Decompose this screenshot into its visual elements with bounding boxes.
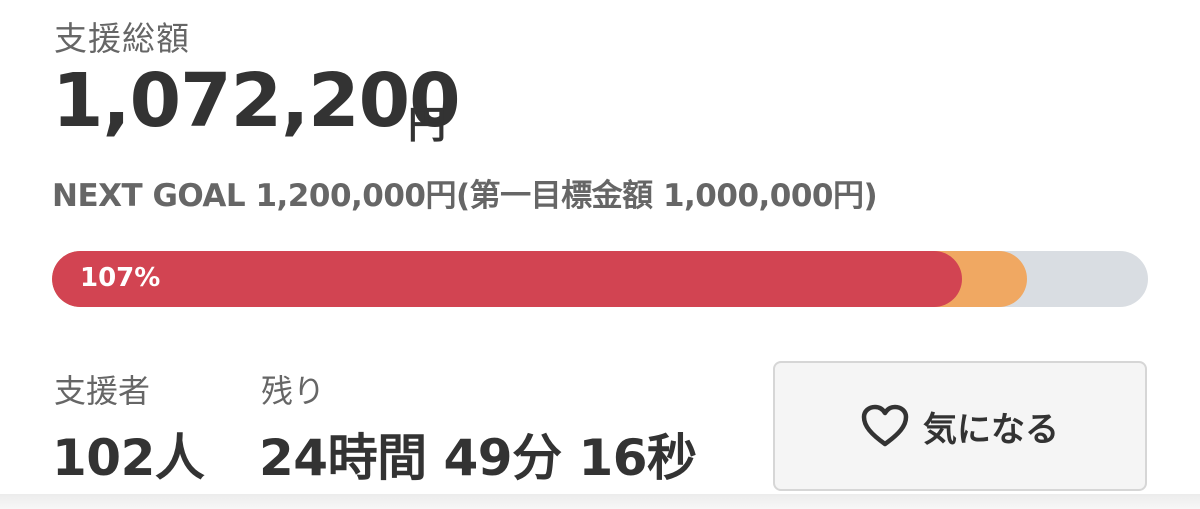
project-funding-panel: 支援総額 1,072,200 円 NEXT GOAL 1,200,000円(第一… (0, 0, 1200, 494)
total-amount: 1,072,200 (52, 58, 461, 144)
remaining-time: 24時間 49分 16秒 (259, 429, 697, 487)
next-goal-text: NEXT GOAL 1,200,000円(第一目標金額 1,000,000円) (52, 178, 878, 214)
bottom-divider (0, 494, 1200, 509)
favorite-label: 気になる (923, 409, 1059, 450)
heart-icon (861, 404, 909, 448)
total-label: 支援総額 (54, 19, 190, 58)
supporters-value: 102人 (52, 429, 205, 487)
supporters-label: 支援者 (54, 372, 151, 410)
funded-progress (52, 251, 962, 307)
remaining-label: 残り (261, 372, 326, 410)
progress-percent: 107% (80, 263, 161, 293)
funding-progress-bar: 107% (52, 251, 1148, 307)
total-unit: 円 (408, 103, 447, 147)
favorite-button[interactable]: 気になる (773, 361, 1147, 491)
